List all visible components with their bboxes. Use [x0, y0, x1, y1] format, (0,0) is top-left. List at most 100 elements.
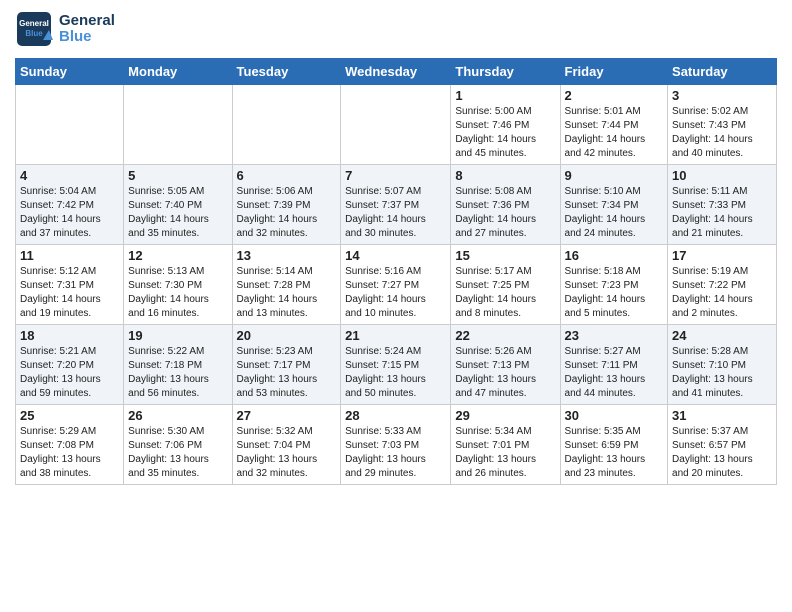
weekday-sunday: Sunday: [16, 59, 124, 85]
day-number: 16: [565, 248, 664, 263]
day-cell: [341, 85, 451, 165]
day-info: Sunrise: 5:06 AM Sunset: 7:39 PM Dayligh…: [237, 185, 337, 241]
day-number: 14: [345, 248, 446, 263]
week-row-1: 1 Sunrise: 5:00 AM Sunset: 7:46 PM Daylig…: [16, 85, 777, 165]
day-info: Sunrise: 5:19 AM Sunset: 7:22 PM Dayligh…: [672, 265, 772, 321]
day-cell: 18 Sunrise: 5:21 AM Sunset: 7:20 PM Dayli…: [16, 325, 124, 405]
day-number: 28: [345, 408, 446, 423]
day-cell: [124, 85, 232, 165]
svg-text:Blue: Blue: [25, 29, 43, 38]
day-number: 17: [672, 248, 772, 263]
day-info: Sunrise: 5:33 AM Sunset: 7:03 PM Dayligh…: [345, 425, 446, 481]
day-info: Sunrise: 5:04 AM Sunset: 7:42 PM Dayligh…: [20, 185, 119, 241]
day-number: 26: [128, 408, 227, 423]
logo-blue-text: Blue: [59, 29, 115, 46]
day-cell: [232, 85, 341, 165]
day-cell: 14 Sunrise: 5:16 AM Sunset: 7:27 PM Dayli…: [341, 245, 451, 325]
day-number: 19: [128, 328, 227, 343]
day-info: Sunrise: 5:30 AM Sunset: 7:06 PM Dayligh…: [128, 425, 227, 481]
day-number: 21: [345, 328, 446, 343]
day-cell: 3 Sunrise: 5:02 AM Sunset: 7:43 PM Daylig…: [668, 85, 777, 165]
day-info: Sunrise: 5:24 AM Sunset: 7:15 PM Dayligh…: [345, 345, 446, 401]
day-info: Sunrise: 5:28 AM Sunset: 7:10 PM Dayligh…: [672, 345, 772, 401]
logo: General Blue General Blue: [15, 10, 115, 48]
day-number: 25: [20, 408, 119, 423]
calendar-table: SundayMondayTuesdayWednesdayThursdayFrid…: [15, 58, 777, 485]
day-cell: 19 Sunrise: 5:22 AM Sunset: 7:18 PM Dayli…: [124, 325, 232, 405]
day-cell: 24 Sunrise: 5:28 AM Sunset: 7:10 PM Dayli…: [668, 325, 777, 405]
weekday-tuesday: Tuesday: [232, 59, 341, 85]
day-info: Sunrise: 5:35 AM Sunset: 6:59 PM Dayligh…: [565, 425, 664, 481]
day-info: Sunrise: 5:22 AM Sunset: 7:18 PM Dayligh…: [128, 345, 227, 401]
day-cell: 30 Sunrise: 5:35 AM Sunset: 6:59 PM Dayli…: [560, 405, 668, 485]
day-cell: 9Sunrise: 5:10 AM Sunset: 7:34 PM Daylig…: [560, 165, 668, 245]
day-number: 3: [672, 88, 772, 103]
day-number: 29: [455, 408, 555, 423]
day-cell: 25 Sunrise: 5:29 AM Sunset: 7:08 PM Dayli…: [16, 405, 124, 485]
week-row-4: 18 Sunrise: 5:21 AM Sunset: 7:20 PM Dayli…: [16, 325, 777, 405]
day-cell: 12 Sunrise: 5:13 AM Sunset: 7:30 PM Dayli…: [124, 245, 232, 325]
day-number: 30: [565, 408, 664, 423]
day-info: Sunrise: 5:02 AM Sunset: 7:43 PM Dayligh…: [672, 105, 772, 161]
day-cell: 21 Sunrise: 5:24 AM Sunset: 7:15 PM Dayli…: [341, 325, 451, 405]
day-info: Sunrise: 5:37 AM Sunset: 6:57 PM Dayligh…: [672, 425, 772, 481]
day-number: 12: [128, 248, 227, 263]
logo-general-text: General: [59, 13, 115, 30]
day-cell: 29Sunrise: 5:34 AM Sunset: 7:01 PM Dayli…: [451, 405, 560, 485]
day-info: Sunrise: 5:17 AM Sunset: 7:25 PM Dayligh…: [455, 265, 555, 321]
day-info: Sunrise: 5:16 AM Sunset: 7:27 PM Dayligh…: [345, 265, 446, 321]
day-info: Sunrise: 5:00 AM Sunset: 7:46 PM Dayligh…: [455, 105, 555, 161]
day-info: Sunrise: 5:18 AM Sunset: 7:23 PM Dayligh…: [565, 265, 664, 321]
day-info: Sunrise: 5:27 AM Sunset: 7:11 PM Dayligh…: [565, 345, 664, 401]
day-number: 6: [237, 168, 337, 183]
page: General Blue General Blue SundayMondayTu…: [0, 0, 792, 495]
day-info: Sunrise: 5:23 AM Sunset: 7:17 PM Dayligh…: [237, 345, 337, 401]
day-number: 1: [455, 88, 555, 103]
day-cell: 20 Sunrise: 5:23 AM Sunset: 7:17 PM Dayli…: [232, 325, 341, 405]
day-cell: 15Sunrise: 5:17 AM Sunset: 7:25 PM Dayli…: [451, 245, 560, 325]
day-info: Sunrise: 5:07 AM Sunset: 7:37 PM Dayligh…: [345, 185, 446, 241]
day-info: Sunrise: 5:29 AM Sunset: 7:08 PM Dayligh…: [20, 425, 119, 481]
day-number: 22: [455, 328, 555, 343]
day-number: 27: [237, 408, 337, 423]
day-cell: 1 Sunrise: 5:00 AM Sunset: 7:46 PM Daylig…: [451, 85, 560, 165]
week-row-3: 11 Sunrise: 5:12 AM Sunset: 7:31 PM Dayli…: [16, 245, 777, 325]
day-number: 5: [128, 168, 227, 183]
day-number: 7: [345, 168, 446, 183]
day-cell: 27Sunrise: 5:32 AM Sunset: 7:04 PM Dayli…: [232, 405, 341, 485]
day-info: Sunrise: 5:12 AM Sunset: 7:31 PM Dayligh…: [20, 265, 119, 321]
day-number: 24: [672, 328, 772, 343]
day-cell: 6 Sunrise: 5:06 AM Sunset: 7:39 PM Daylig…: [232, 165, 341, 245]
day-number: 8: [455, 168, 555, 183]
day-cell: 16 Sunrise: 5:18 AM Sunset: 7:23 PM Dayli…: [560, 245, 668, 325]
day-cell: 8 Sunrise: 5:08 AM Sunset: 7:36 PM Daylig…: [451, 165, 560, 245]
header: General Blue General Blue: [15, 10, 777, 48]
day-number: 31: [672, 408, 772, 423]
day-number: 18: [20, 328, 119, 343]
day-number: 20: [237, 328, 337, 343]
svg-text:General: General: [19, 19, 49, 28]
day-number: 2: [565, 88, 664, 103]
week-row-5: 25 Sunrise: 5:29 AM Sunset: 7:08 PM Dayli…: [16, 405, 777, 485]
day-number: 9: [565, 168, 664, 183]
day-info: Sunrise: 5:11 AM Sunset: 7:33 PM Dayligh…: [672, 185, 772, 241]
day-number: 23: [565, 328, 664, 343]
day-info: Sunrise: 5:05 AM Sunset: 7:40 PM Dayligh…: [128, 185, 227, 241]
day-info: Sunrise: 5:08 AM Sunset: 7:36 PM Dayligh…: [455, 185, 555, 241]
day-cell: 26 Sunrise: 5:30 AM Sunset: 7:06 PM Dayli…: [124, 405, 232, 485]
day-cell: 4 Sunrise: 5:04 AM Sunset: 7:42 PM Daylig…: [16, 165, 124, 245]
day-cell: 10Sunrise: 5:11 AM Sunset: 7:33 PM Dayli…: [668, 165, 777, 245]
day-number: 4: [20, 168, 119, 183]
weekday-thursday: Thursday: [451, 59, 560, 85]
day-number: 11: [20, 248, 119, 263]
day-number: 13: [237, 248, 337, 263]
day-info: Sunrise: 5:14 AM Sunset: 7:28 PM Dayligh…: [237, 265, 337, 321]
day-info: Sunrise: 5:13 AM Sunset: 7:30 PM Dayligh…: [128, 265, 227, 321]
day-cell: 22Sunrise: 5:26 AM Sunset: 7:13 PM Dayli…: [451, 325, 560, 405]
weekday-wednesday: Wednesday: [341, 59, 451, 85]
day-cell: 23 Sunrise: 5:27 AM Sunset: 7:11 PM Dayli…: [560, 325, 668, 405]
day-cell: 28 Sunrise: 5:33 AM Sunset: 7:03 PM Dayli…: [341, 405, 451, 485]
week-row-2: 4 Sunrise: 5:04 AM Sunset: 7:42 PM Daylig…: [16, 165, 777, 245]
day-cell: [16, 85, 124, 165]
day-info: Sunrise: 5:21 AM Sunset: 7:20 PM Dayligh…: [20, 345, 119, 401]
